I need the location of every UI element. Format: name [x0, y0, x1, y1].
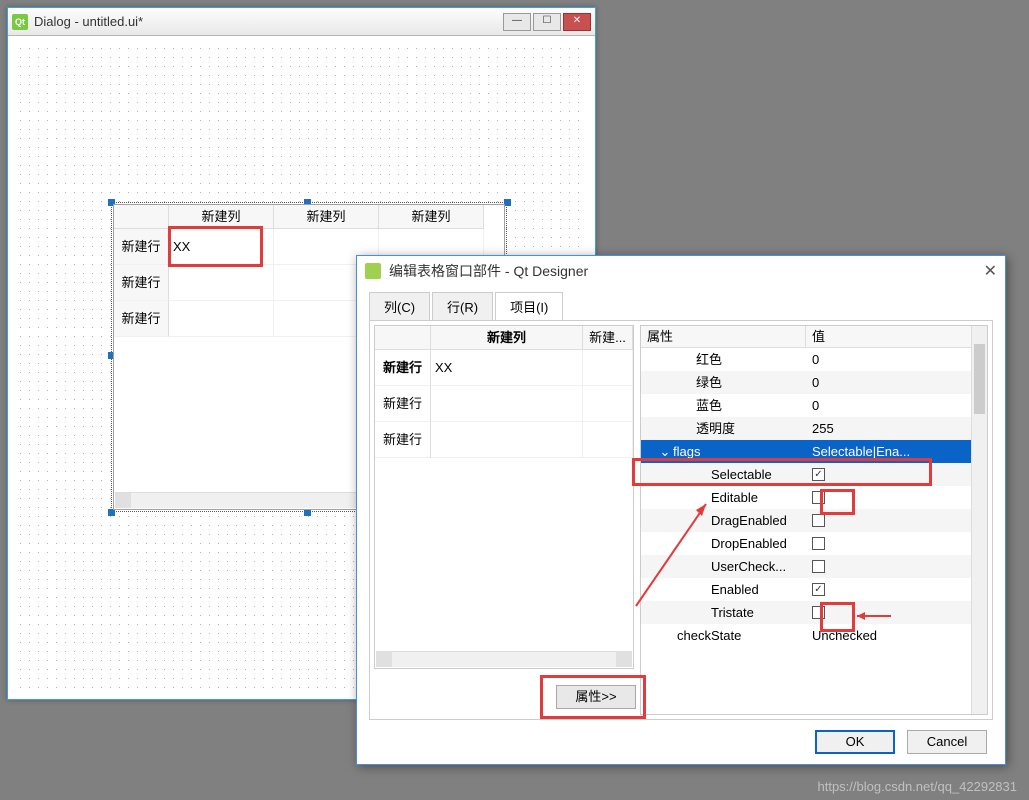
prop-name: Editable: [641, 486, 806, 509]
property-editor[interactable]: 属性 值 红色0 绿色0 蓝色0 透明度255 ⌄flagsSelectable…: [640, 325, 988, 715]
tab-columns[interactable]: 列(C): [369, 292, 430, 320]
prop-name: 蓝色: [641, 394, 806, 417]
maximize-button[interactable]: ☐: [533, 13, 561, 31]
scrollbar-thumb[interactable]: [974, 344, 985, 414]
row-header[interactable]: 新建行: [114, 301, 169, 337]
resize-handle[interactable]: [108, 509, 115, 516]
tab-items[interactable]: 项目(I): [495, 292, 563, 320]
table-cell[interactable]: XX: [431, 350, 583, 386]
prop-name: Selectable: [641, 463, 806, 486]
row-header[interactable]: 新建行: [375, 386, 431, 422]
row-header[interactable]: 新建行: [375, 350, 431, 386]
ok-button[interactable]: OK: [815, 730, 895, 754]
prop-value[interactable]: 0: [806, 348, 971, 371]
table-cell[interactable]: [169, 265, 274, 301]
column-header[interactable]: 新建列: [379, 205, 484, 229]
prop-name: 透明度: [641, 417, 806, 440]
expand-icon[interactable]: ⌄: [659, 440, 671, 463]
dialog-title: 编辑表格窗口部件 - Qt Designer: [389, 261, 588, 281]
tab-content: 新建列 新建... 新建行 XX 新建行 新建行 属性>>: [369, 320, 993, 720]
close-button[interactable]: ✕: [563, 13, 591, 31]
prop-name: 绿色: [641, 371, 806, 394]
resize-handle[interactable]: [304, 509, 311, 516]
titlebar[interactable]: 编辑表格窗口部件 - Qt Designer ✕: [357, 256, 1005, 286]
watermark: https://blog.csdn.net/qq_42292831: [818, 779, 1018, 794]
prop-flags[interactable]: ⌄flags: [641, 440, 806, 463]
minimize-button[interactable]: —: [503, 13, 531, 31]
table-cell[interactable]: [583, 386, 633, 422]
prop-value[interactable]: 0: [806, 371, 971, 394]
column-header[interactable]: 新建列: [431, 326, 583, 350]
titlebar[interactable]: Qt Dialog - untitled.ui* — ☐ ✕: [8, 8, 595, 36]
items-table[interactable]: 新建列 新建... 新建行 XX 新建行 新建行: [374, 325, 634, 669]
prop-name: DropEnabled: [641, 532, 806, 555]
edit-table-dialog: 编辑表格窗口部件 - Qt Designer ✕ 列(C) 行(R) 项目(I)…: [356, 255, 1006, 765]
prop-name: UserCheck...: [641, 555, 806, 578]
checkbox-editable[interactable]: [812, 491, 825, 504]
prop-value[interactable]: Unchecked: [806, 624, 971, 647]
qt-icon: Qt: [12, 14, 28, 30]
table-corner: [375, 326, 431, 350]
prop-value[interactable]: Selectable|Ena...: [806, 440, 971, 463]
table-cell[interactable]: [583, 422, 633, 458]
checkbox-usercheckable[interactable]: [812, 560, 825, 573]
close-button[interactable]: ✕: [984, 261, 997, 281]
column-header[interactable]: 新建...: [583, 326, 633, 350]
tab-rows[interactable]: 行(R): [432, 292, 493, 320]
column-header[interactable]: 新建列: [274, 205, 379, 229]
cancel-button[interactable]: Cancel: [907, 730, 987, 754]
table-cell[interactable]: [583, 350, 633, 386]
prop-value[interactable]: 0: [806, 394, 971, 417]
row-header[interactable]: 新建行: [114, 229, 169, 265]
vertical-scrollbar[interactable]: [971, 326, 987, 714]
property-header-value: 值: [806, 326, 987, 347]
prop-value[interactable]: 255: [806, 417, 971, 440]
window-title: Dialog - untitled.ui*: [34, 14, 143, 29]
table-cell[interactable]: [431, 386, 583, 422]
prop-name: 红色: [641, 348, 806, 371]
checkbox-dragenabled[interactable]: [812, 514, 825, 527]
table-cell[interactable]: XX: [169, 229, 274, 265]
property-header-name: 属性: [641, 326, 806, 347]
checkbox-tristate[interactable]: [812, 606, 825, 619]
checkbox-selectable[interactable]: ✓: [812, 468, 825, 481]
qt-icon: [365, 263, 381, 279]
properties-toggle-button[interactable]: 属性>>: [556, 685, 636, 709]
table-cell[interactable]: [431, 422, 583, 458]
prop-name: Enabled: [641, 578, 806, 601]
table-corner: [114, 205, 169, 229]
prop-name: checkState: [641, 624, 806, 647]
prop-name: DragEnabled: [641, 509, 806, 532]
checkbox-enabled[interactable]: ✓: [812, 583, 825, 596]
tab-bar: 列(C) 行(R) 项目(I): [357, 286, 1005, 320]
column-header[interactable]: 新建列: [169, 205, 274, 229]
prop-name: Tristate: [641, 601, 806, 624]
row-header[interactable]: 新建行: [114, 265, 169, 301]
horizontal-scrollbar[interactable]: [376, 651, 632, 667]
resize-handle[interactable]: [504, 199, 511, 206]
row-header[interactable]: 新建行: [375, 422, 431, 458]
table-cell[interactable]: [169, 301, 274, 337]
checkbox-dropenabled[interactable]: [812, 537, 825, 550]
